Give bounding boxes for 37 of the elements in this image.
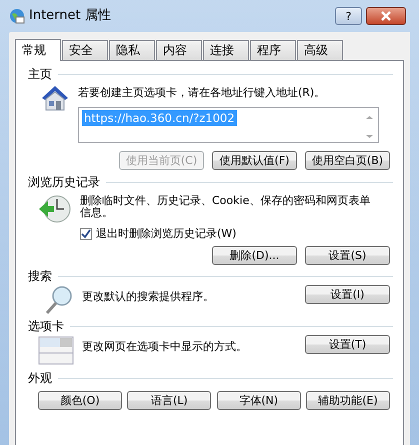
close-button[interactable] — [366, 7, 406, 25]
dialog-button[interactable]: 删除(D)... — [212, 246, 297, 266]
checkbox[interactable] — [80, 228, 92, 240]
help-button[interactable]: ? — [335, 7, 362, 25]
window-title: Internet 属性 — [29, 8, 111, 24]
checkbox-label[interactable]: 退出时删除浏览历史记录(W) — [96, 227, 236, 240]
section-heading: 选项卡 — [28, 319, 64, 334]
description-text: 更改网页在选项卡中显示的方式。 — [82, 341, 247, 354]
internet-globe-icon — [9, 8, 25, 24]
dialog-button[interactable]: 使用默认值(F) — [212, 151, 297, 170]
dialog-button[interactable]: 设置(S) — [305, 246, 390, 266]
description-text: 删除临时文件、历史记录、Cookie、保存的密码和网页表单信息。 — [80, 195, 372, 219]
dialog-button[interactable]: 语言(L) — [127, 391, 212, 410]
tab[interactable]: 高级 — [297, 40, 343, 60]
tab[interactable]: 内容 — [156, 40, 202, 60]
section-heading: 浏览历史记录 — [28, 175, 100, 189]
settings-button[interactable]: 设置(T) — [305, 335, 390, 354]
description-text: 更改默认的搜索提供程序。 — [82, 291, 214, 304]
dialog-button[interactable]: 辅助功能(E) — [306, 391, 390, 410]
dialog-button[interactable]: 颜色(O) — [38, 391, 122, 410]
house-icon — [40, 83, 70, 113]
section-heading: 主页 — [28, 67, 52, 81]
tab[interactable]: 程序 — [250, 40, 296, 60]
settings-button[interactable]: 设置(I) — [305, 285, 390, 304]
tab[interactable]: 安全 — [62, 40, 108, 60]
tabbed-window-icon — [38, 335, 74, 366]
clock-icon — [38, 193, 72, 225]
close-icon — [381, 11, 391, 22]
tab[interactable]: 常规 — [15, 39, 61, 61]
magnifier-icon — [44, 285, 74, 316]
dialog-button[interactable]: 字体(N) — [216, 391, 301, 410]
dialog-button[interactable]: 使用空白页(B) — [305, 151, 390, 170]
tab[interactable]: 隐私 — [109, 40, 155, 60]
section-heading: 外观 — [28, 371, 52, 386]
tab[interactable]: 连接 — [203, 40, 249, 60]
description-text: 若要创建主页选项卡，请在各地址行键入地址(R)。 — [78, 87, 326, 99]
section-heading: 搜索 — [28, 269, 52, 284]
